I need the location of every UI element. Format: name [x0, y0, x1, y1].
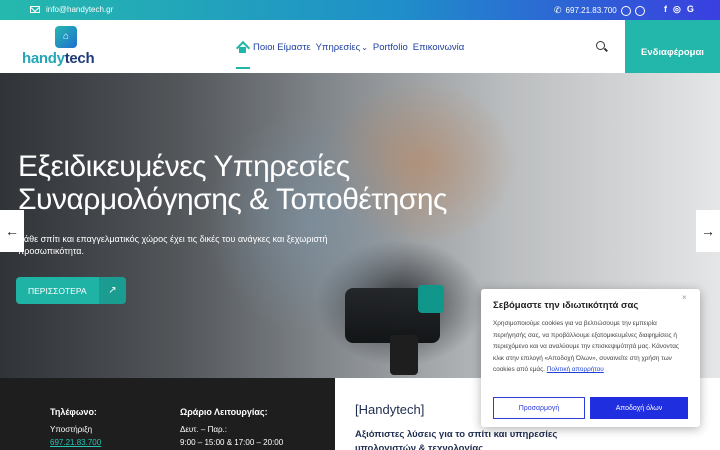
close-icon[interactable]: ×: [682, 293, 687, 302]
search-icon[interactable]: [596, 41, 605, 50]
more-button-label: ΠΕΡΙΣΣΟΤΕΡΑ: [28, 285, 87, 296]
chevron-down-icon[interactable]: ⌄: [361, 43, 368, 52]
social-links: f ◎ G: [664, 4, 694, 15]
logo-house-icon: ⌂: [55, 26, 77, 48]
brand-description: Αξιόπιστες λύσεις για το σπίτι και υπηρε…: [355, 429, 558, 450]
email-contact[interactable]: info@handytech.gr: [30, 5, 113, 14]
nav-item-contact[interactable]: Επικοινωνία: [413, 42, 465, 53]
contact-info-panel: Τηλέφωνο: Υποστήριξη 697.21.83.700 Ωράρι…: [0, 378, 335, 450]
hours-info: Ωράριο Λειτουργίας: Δευτ. – Παρ.: 9:00 –…: [180, 406, 283, 449]
mail-icon: [30, 6, 40, 13]
brand-title: [Handytech]: [355, 402, 425, 417]
phone-info: Τηλέφωνο: Υποστήριξη 697.21.83.700: [50, 406, 101, 449]
slider-next-button[interactable]: →: [696, 210, 720, 252]
home-icon[interactable]: [237, 43, 248, 53]
hero-title: Εξειδικευμένες Υπηρεσίες Συναρμολόγησης …: [18, 150, 447, 216]
phone-heading: Τηλέφωνο:: [50, 407, 97, 417]
nav-active-indicator: [236, 67, 250, 69]
main-nav: Ποιοι Είμαστε Υπηρεσίες ⌄ Portfolio Επικ…: [237, 42, 464, 53]
whatsapp-icon[interactable]: [620, 5, 631, 16]
cookie-consent-dialog: Σεβόμαστε την ιδιωτικότητά σας × Χρησιμο…: [481, 289, 700, 427]
more-button[interactable]: ΠΕΡΙΣΣΟΤΕΡΑ ↗: [16, 277, 126, 304]
privacy-policy-link[interactable]: Πολιτική απορρήτου: [547, 366, 604, 373]
top-bar: info@handytech.gr ✆ 697.21.83.700 f ◎ G: [0, 0, 720, 20]
phone-icon: ✆: [554, 5, 562, 15]
phone-text[interactable]: 697.21.83.700: [566, 6, 617, 15]
arrow-right-icon: →: [701, 223, 715, 239]
nav-item-about[interactable]: Ποιοι Είμαστε: [253, 42, 311, 53]
viber-icon[interactable]: [634, 5, 645, 16]
cookie-title: Σεβόμαστε την ιδιωτικότητά σας: [493, 300, 639, 311]
support-phone-link[interactable]: 697.21.83.700: [50, 436, 101, 449]
arrow-left-icon: ←: [5, 223, 19, 239]
site-header: ⌂ handytech Ποιοι Είμαστε Υπηρεσίες ⌄ Po…: [0, 20, 720, 73]
google-icon[interactable]: G: [687, 4, 694, 15]
support-label: Υποστήριξη: [50, 425, 93, 434]
customize-button[interactable]: Προσαρμογή: [493, 397, 585, 419]
phone-contact[interactable]: ✆ 697.21.83.700: [554, 5, 645, 16]
hours-times: 9:00 – 15:00 & 17:00 – 20:00: [180, 438, 284, 447]
email-text[interactable]: info@handytech.gr: [46, 5, 113, 14]
slider-prev-button[interactable]: ←: [0, 210, 24, 252]
hero-subtitle: Κάθε σπίτι και επαγγελματικός χώρος έχει…: [18, 234, 328, 256]
logo-text: handytech: [22, 50, 95, 67]
cookie-body: Χρησιμοποιούμε cookies για να βελτιώσουμ…: [493, 318, 691, 376]
arrow-up-right-icon: ↗: [99, 277, 126, 304]
accept-all-button[interactable]: Αποδοχή όλων: [590, 397, 688, 419]
site-logo[interactable]: ⌂ handytech: [22, 26, 112, 68]
nav-item-services[interactable]: Υπηρεσίες: [316, 42, 361, 53]
instagram-icon[interactable]: ◎: [673, 4, 681, 15]
facebook-icon[interactable]: f: [664, 4, 667, 15]
hours-days: Δευτ. – Παρ.:: [180, 425, 227, 434]
nav-item-portfolio[interactable]: Portfolio: [373, 42, 408, 53]
hours-heading: Ωράριο Λειτουργίας:: [180, 407, 268, 417]
